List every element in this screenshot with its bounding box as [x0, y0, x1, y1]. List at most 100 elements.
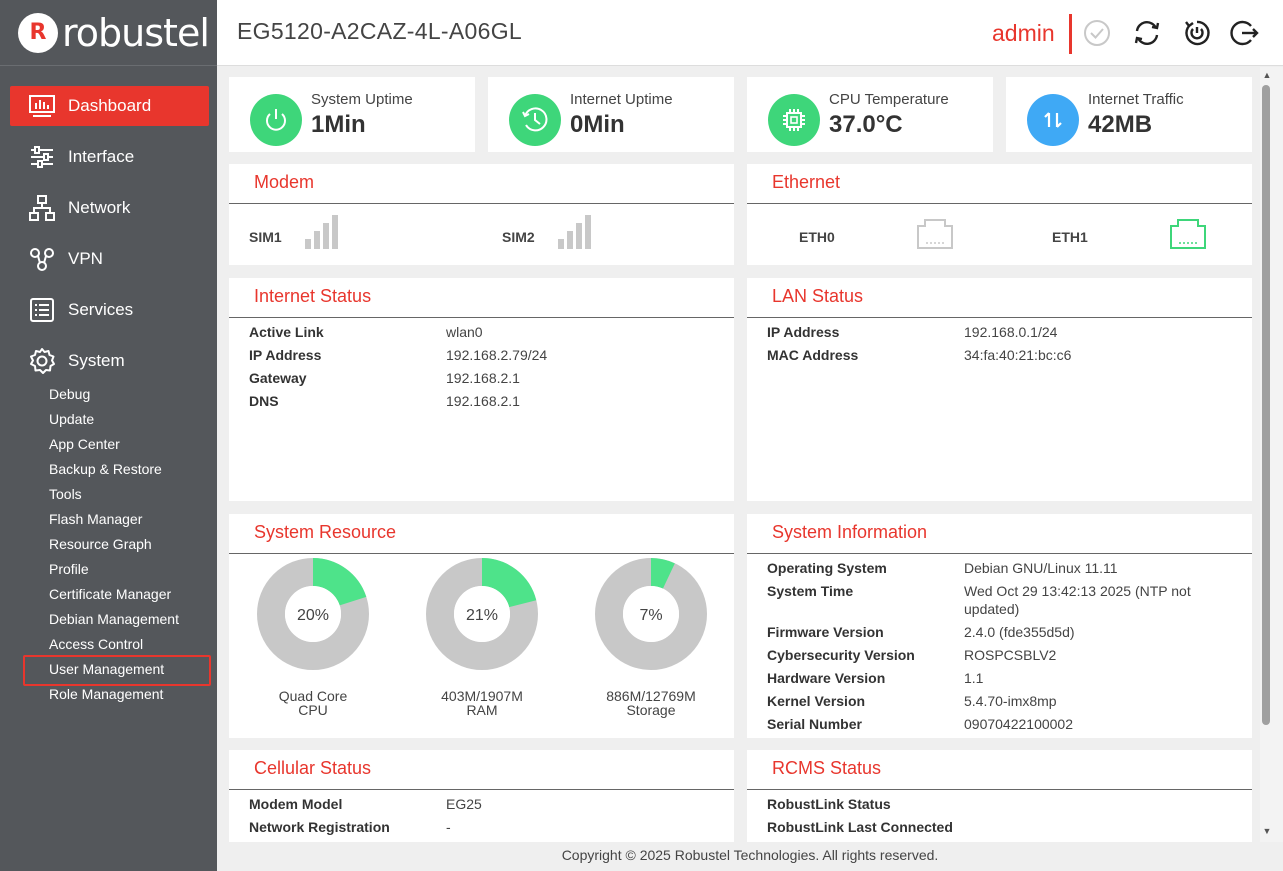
scroll-up-arrow-icon[interactable]: ▲	[1262, 70, 1272, 80]
sidebar-subitem-role-management[interactable]: Role Management	[49, 682, 163, 707]
cpu-caption: Quad Core CPU	[243, 689, 383, 717]
scrollbar-thumb[interactable]	[1262, 85, 1270, 725]
ram-usage-donut: 21%	[426, 558, 538, 670]
panel-divider	[747, 317, 1252, 318]
kv-key: Active Link	[249, 324, 324, 340]
kv-key: RobustLink Status	[767, 796, 891, 812]
sidebar-item-vpn[interactable]: VPN	[10, 239, 209, 279]
kv-value: 34:fa:40:21:bc:c6	[964, 347, 1072, 363]
kv-value: 1.1	[964, 670, 984, 686]
sidebar-item-services[interactable]: Services	[10, 290, 209, 330]
kv-key: Network Registration	[249, 819, 390, 835]
ethernet-panel: Ethernet ETH0 ETH1	[747, 164, 1252, 265]
power-icon	[250, 94, 302, 146]
sidebar-subitem-user-management[interactable]: User Management	[49, 657, 164, 682]
modem-panel: Modem SIM1 SIM2	[229, 164, 734, 265]
stat-label: CPU Temperature	[829, 91, 949, 108]
donut-percent-label: 21%	[466, 607, 498, 624]
caption-line: Quad Core	[278, 688, 348, 704]
panel-title: Cellular Status	[254, 758, 372, 778]
sidebar-item-label: Services	[68, 300, 134, 319]
internet-status-panel: Internet Status Active Link wlan0 IP Add…	[229, 278, 734, 501]
kv-value: -	[446, 819, 451, 835]
sidebar-subitem-update[interactable]: Update	[49, 407, 94, 432]
logout-icon[interactable]	[1230, 18, 1260, 48]
eth0-label: ETH0	[799, 229, 835, 245]
sidebar-item-system[interactable]: System	[10, 341, 209, 381]
sidebar-item-label: Network	[68, 198, 131, 217]
eth0-port-icon	[917, 219, 953, 249]
cpu-icon	[768, 94, 820, 146]
stat-card-system-uptime: System Uptime 1Min	[229, 77, 475, 152]
sim1-signal-icon	[305, 215, 338, 249]
kv-value: 5.4.70-imx8mp	[964, 693, 1057, 709]
kv-key: IP Address	[767, 324, 840, 340]
sidebar-item-label: Interface	[68, 147, 135, 166]
sidebar-item-interface[interactable]: Interface	[10, 137, 209, 177]
sidebar-subitem-debug[interactable]: Debug	[49, 382, 90, 407]
panel-divider	[229, 553, 734, 554]
brand-logo[interactable]: R robustel	[0, 0, 217, 66]
robustel-logo-icon: R	[18, 12, 58, 53]
sidebar-subitem-flash-manager[interactable]: Flash Manager	[49, 507, 142, 532]
panel-divider	[229, 317, 734, 318]
kv-value: 2.4.0 (fde355d5d)	[964, 624, 1075, 640]
footer-copyright: Copyright © 2025 Robustel Technologies. …	[217, 842, 1283, 871]
kv-value: 192.168.2.1	[446, 393, 520, 409]
sim2-label: SIM2	[502, 229, 535, 245]
sidebar-item-dashboard[interactable]: Dashboard	[10, 86, 209, 126]
reboot-icon[interactable]	[1182, 18, 1212, 48]
ram-caption: 403M/1907M RAM	[412, 689, 552, 717]
sidebar-item-label: Dashboard	[68, 96, 152, 115]
refresh-icon[interactable]	[1132, 18, 1162, 48]
caption-line: RAM	[466, 702, 498, 718]
eth1-port-icon	[1170, 219, 1206, 249]
panel-divider	[229, 203, 734, 204]
kv-value: 192.168.0.1/24	[964, 324, 1058, 340]
sidebar-subitem-resource-graph[interactable]: Resource Graph	[49, 532, 152, 557]
kv-key: Gateway	[249, 370, 307, 386]
sim1-label: SIM1	[249, 229, 282, 245]
clock-icon	[509, 94, 561, 146]
kv-key: Hardware Version	[767, 670, 886, 686]
storage-caption: 886M/12769M Storage	[581, 689, 721, 717]
sidebar-subitem-access-control[interactable]: Access Control	[49, 632, 143, 657]
caption-line: CPU	[298, 702, 328, 718]
system-resource-panel: System Resource 20% 21% 7% Quad Core CPU…	[229, 514, 734, 738]
stat-card-internet-uptime: Internet Uptime 0Min	[488, 77, 734, 152]
kv-value: 192.168.2.1	[446, 370, 520, 386]
eth1-label: ETH1	[1052, 229, 1088, 245]
top-bar: EG5120-A2CAZ-4L-A06GL admin	[217, 0, 1283, 66]
gear-icon	[28, 347, 56, 375]
save-check-icon[interactable]	[1082, 18, 1112, 48]
kv-value: ROSPCSBLV2	[964, 647, 1057, 663]
sidebar-subitem-debian-management[interactable]: Debian Management	[49, 607, 179, 632]
stat-label: Internet Uptime	[570, 91, 673, 108]
kv-key: Kernel Version	[767, 693, 866, 709]
sidebar-subitem-app-center[interactable]: App Center	[49, 432, 120, 457]
user-name[interactable]: admin	[992, 20, 1055, 47]
panel-title: Ethernet	[772, 172, 841, 192]
kv-key: Cybersecurity Version	[767, 647, 915, 663]
kv-key: Serial Number	[767, 716, 862, 732]
rcms-status-panel: RCMS Status RobustLink Status RobustLink…	[747, 750, 1252, 842]
sidebar-subitem-certificate-manager[interactable]: Certificate Manager	[49, 582, 171, 607]
device-name: EG5120-A2CAZ-4L-A06GL	[237, 18, 522, 44]
panel-divider	[229, 789, 734, 790]
kv-key: IP Address	[249, 347, 322, 363]
sidebar-subitem-backup-restore[interactable]: Backup & Restore	[49, 457, 162, 482]
panel-divider	[747, 553, 1252, 554]
stat-value: 37.0°C	[829, 111, 903, 138]
panel-title: System Resource	[254, 522, 397, 542]
sidebar-item-network[interactable]: Network	[10, 188, 209, 228]
brand-wordmark: robustel	[62, 10, 210, 55]
scroll-down-arrow-icon[interactable]: ▼	[1262, 826, 1272, 836]
system-information-panel: System Information Operating System Debi…	[747, 514, 1252, 738]
panel-title: RCMS Status	[772, 758, 882, 778]
sidebar-subitem-profile[interactable]: Profile	[49, 557, 89, 582]
stat-value: 42MB	[1088, 111, 1153, 138]
sidebar: R robustel Dashboard Interface Network V…	[0, 0, 217, 871]
sidebar-subitem-tools[interactable]: Tools	[49, 482, 82, 507]
kv-value: Debian GNU/Linux 11.11	[964, 560, 1118, 576]
stat-label: Internet Traffic	[1088, 91, 1184, 108]
